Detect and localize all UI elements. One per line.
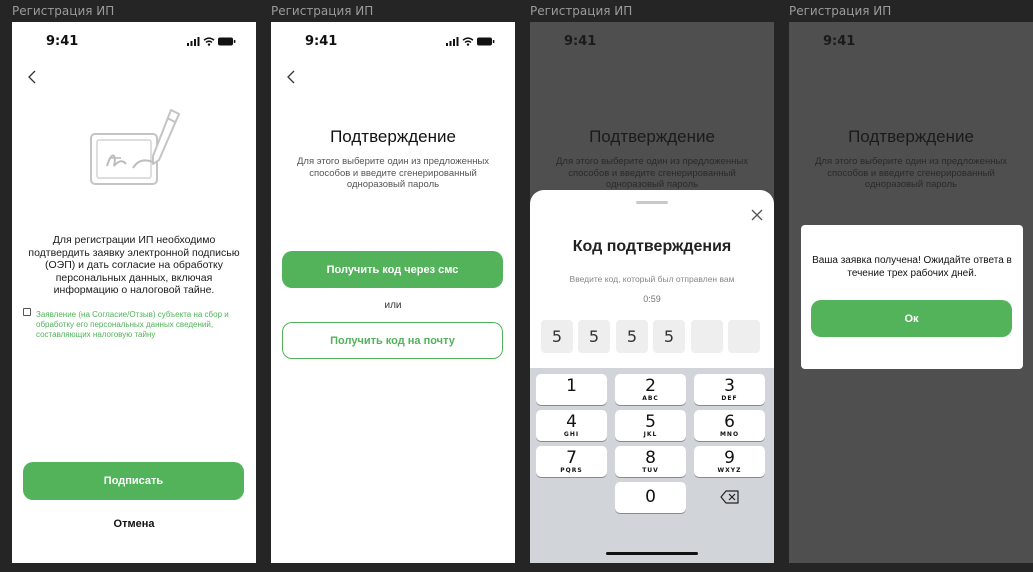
code-digit-5[interactable] bbox=[691, 320, 723, 353]
system-icons bbox=[446, 37, 495, 46]
status-time: 9:41 bbox=[305, 34, 338, 49]
wifi-icon bbox=[203, 37, 215, 46]
sheet-grabber[interactable] bbox=[636, 201, 668, 204]
key-4[interactable]: 4 GHI bbox=[536, 410, 607, 441]
consent-checkbox[interactable] bbox=[23, 308, 31, 316]
status-bar: 9:41 bbox=[12, 22, 256, 58]
confirmation-title: Подтверждение bbox=[330, 127, 456, 146]
key-9[interactable]: 9 WXYZ bbox=[694, 446, 765, 477]
screen-success: 9:41 Подтверждение Для этого выберите од… bbox=[789, 22, 1033, 563]
key-5[interactable]: 5 JKL bbox=[615, 410, 686, 441]
confirmation-subtitle: Для этого выберите один из предложенных … bbox=[296, 156, 490, 190]
frame-title-1: Регистрация ИП bbox=[12, 4, 115, 18]
key-8[interactable]: 8 TUV bbox=[615, 446, 686, 477]
screen-signing: 9:41 Для регистрации ИП необходимо подтв… bbox=[12, 22, 256, 563]
numeric-keypad: 1 2 ABC 3 DEF 4 GHI 5 JKL 6 MNO 7 PQRS 8 TUV 9W… bbox=[530, 368, 774, 563]
get-email-code-button[interactable]: Получить код на почту bbox=[282, 322, 503, 359]
code-title: Код подтверждения bbox=[572, 238, 732, 255]
code-digit-2[interactable]: 5 bbox=[578, 320, 610, 353]
signal-icon bbox=[187, 37, 200, 46]
key-6[interactable]: 6 MNO bbox=[694, 410, 765, 441]
battery-icon bbox=[218, 37, 236, 46]
backspace-icon[interactable] bbox=[720, 489, 740, 505]
close-icon[interactable] bbox=[750, 208, 764, 222]
code-digit-6[interactable] bbox=[728, 320, 760, 353]
back-chevron-icon[interactable] bbox=[281, 66, 303, 88]
key-0[interactable]: 0 bbox=[615, 482, 686, 513]
get-sms-code-button[interactable]: Получить код через смс bbox=[282, 251, 503, 288]
key-1[interactable]: 1 bbox=[536, 374, 607, 405]
success-message: Ваша заявка получена! Ожидайте ответа в … bbox=[812, 255, 1012, 279]
consent-link[interactable]: Заявление (на Согласие/Отзыв) субъекта н… bbox=[36, 310, 246, 340]
status-time: 9:41 bbox=[46, 34, 79, 49]
wifi-icon bbox=[462, 37, 474, 46]
cancel-button[interactable]: Отмена bbox=[12, 518, 256, 530]
ok-button[interactable]: Ок bbox=[811, 300, 1012, 337]
key-2[interactable]: 2 ABC bbox=[615, 374, 686, 405]
frame-title-4: Регистрация ИП bbox=[789, 4, 892, 18]
or-separator: или bbox=[384, 300, 402, 311]
signature-illustration-icon bbox=[90, 109, 180, 185]
frame-title-2: Регистрация ИП bbox=[271, 4, 374, 18]
code-timer: 0:59 bbox=[643, 294, 661, 304]
code-digit-1[interactable]: 5 bbox=[541, 320, 573, 353]
code-digit-3[interactable]: 5 bbox=[616, 320, 648, 353]
screen-confirmation: 9:41 Подтверждение Для этого выберите од… bbox=[271, 22, 515, 563]
code-digit-4[interactable]: 5 bbox=[653, 320, 685, 353]
system-icons bbox=[187, 37, 236, 46]
home-indicator bbox=[606, 552, 698, 555]
key-3[interactable]: 3 DEF bbox=[694, 374, 765, 405]
status-bar: 9:41 bbox=[271, 22, 515, 58]
back-chevron-icon[interactable] bbox=[22, 66, 44, 88]
code-hint: Введите код, который был отправлен вам bbox=[569, 274, 735, 284]
battery-icon bbox=[477, 37, 495, 46]
key-7[interactable]: 7 PQRS bbox=[536, 446, 607, 477]
signing-description: Для регистрации ИП необходимо подтвердит… bbox=[28, 234, 240, 296]
success-dialog: Ваша заявка получена! Ожидайте ответа в … bbox=[801, 225, 1023, 369]
screen-code-entry: 9:41 Подтверждение Для этого выберите од… bbox=[530, 22, 774, 563]
frame-title-3: Регистрация ИП bbox=[530, 4, 633, 18]
sign-button[interactable]: Подписать bbox=[23, 462, 244, 500]
signal-icon bbox=[446, 37, 459, 46]
